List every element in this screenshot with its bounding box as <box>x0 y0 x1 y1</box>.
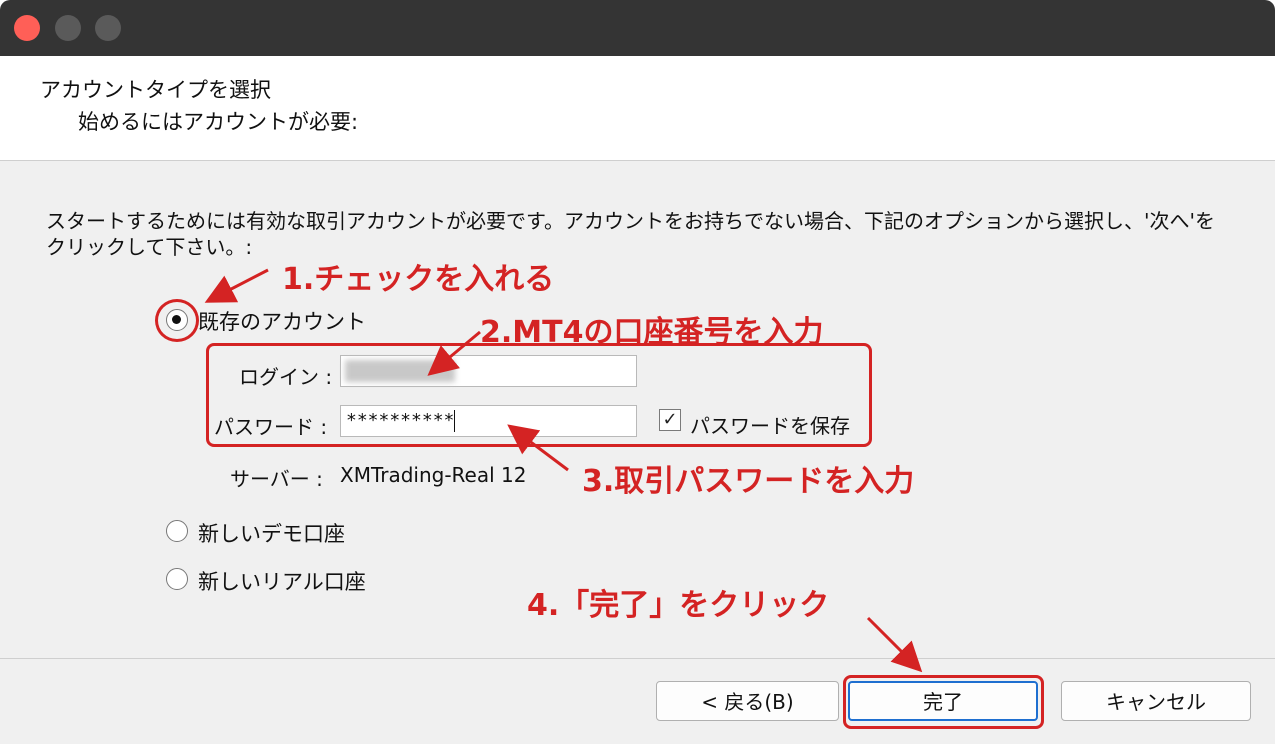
server-label: サーバー : <box>230 467 323 491</box>
annotation-circle-radio <box>155 299 199 342</box>
cancel-button[interactable]: キャンセル <box>1061 681 1251 721</box>
instruction-text: スタートするためには有効な取引アカウントが必要です。アカウントをお持ちでない場合… <box>46 209 1215 259</box>
radio-existing-account-label: 既存のアカウント <box>198 310 366 334</box>
server-value: XMTrading-Real 12 <box>340 463 527 487</box>
radio-new-demo-account-label: 新しいデモ口座 <box>198 522 345 546</box>
footer-divider <box>0 658 1275 659</box>
minimize-window-button[interactable] <box>55 15 81 41</box>
annotation-box-credentials <box>206 343 872 447</box>
back-button[interactable]: < 戻る(B) <box>656 681 839 721</box>
annotation-box-finish <box>843 675 1044 729</box>
radio-new-real-account[interactable] <box>166 568 188 590</box>
annotation-step2: 2.MT4の口座番号を入力 <box>480 315 824 350</box>
zoom-window-button[interactable] <box>95 15 121 41</box>
window-titlebar <box>0 0 1275 56</box>
annotation-step3: 3.取引パスワードを入力 <box>582 464 915 499</box>
dialog-subtitle: 始めるにはアカウントが必要: <box>78 110 359 134</box>
radio-new-demo-account[interactable] <box>166 520 188 542</box>
dialog-title: アカウントタイプを選択 <box>40 78 271 102</box>
annotation-step1: 1.チェックを入れる <box>282 262 555 297</box>
radio-new-real-account-label: 新しいリアル口座 <box>198 570 366 594</box>
close-window-button[interactable] <box>14 15 40 41</box>
annotation-step4: 4.「完了」をクリック <box>527 588 830 623</box>
